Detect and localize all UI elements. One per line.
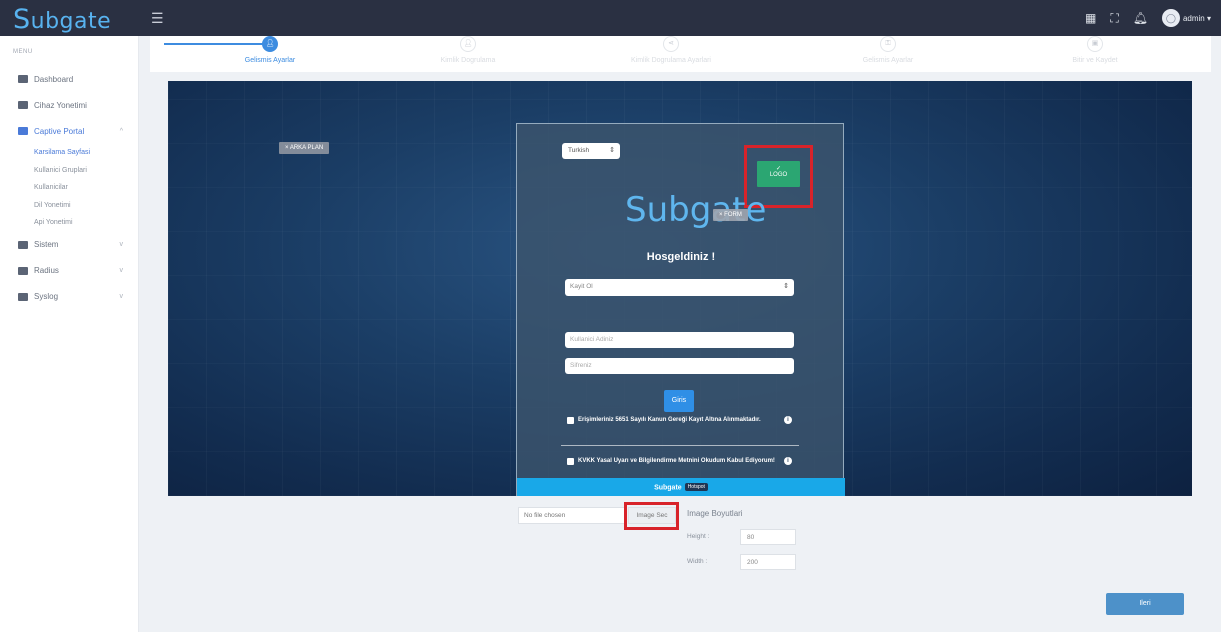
main-content: 👤︎ Gelismis Ayarlar 👤︎ Kimlik Dogrulama … [150,36,1221,632]
image-dimensions-title: Image Boyutlari [687,509,743,518]
sidebar-item-sistem[interactable]: Sistem v [0,232,139,258]
highlight-box-image-sec [624,502,679,530]
document-icon [18,292,28,301]
share-icon: ⋖ [663,36,679,52]
step-gelismis-ayarlar-2[interactable]: ⚿ Gelismis Ayarlar [788,36,988,64]
step-label: Kimlik Dogrulama [440,57,496,64]
portal-footer: Subgate Hotspot [517,478,845,496]
user-avatar-icon: ◯ [1161,9,1180,27]
login-form-preview[interactable]: Turkish ⇕ ✓ LOGO Subgate × FORM Hosgeldini… [516,123,845,496]
sidebar-subitem-dil-yonetimi[interactable]: Dil Yonetimi [0,197,139,215]
sidebar-subitem-kullanici-gruplari[interactable]: Kullanici Gruplari [0,162,139,180]
menu-title: MENU [13,49,33,55]
sidebar-item-label: Dashboard [34,74,74,84]
hamburger-icon[interactable]: ☰ [151,11,164,25]
sidebar-item-syslog[interactable]: Syslog v [0,284,139,310]
login-type-value: Kayit Ol [570,283,593,290]
top-bar: Subgate ☰ ▦ ⛶ 🔔︎ ◯ admin ▾ [0,0,1221,36]
step-label: Gelismis Ayarlar [244,57,296,64]
divider [561,445,799,446]
step-kimlik-dogrulama[interactable]: 👤︎ Kimlik Dogrulama [368,36,568,64]
sidebar-item-radius[interactable]: Radius v [0,258,139,284]
language-value: Turkish [568,147,590,154]
server-icon [18,101,28,109]
chevron-down-icon: v [119,267,124,274]
sidebar-subitem-kullanicilar[interactable]: Kullanicilar [0,179,139,197]
user-name: admin ▾ [1182,14,1211,24]
consent-text: KVKK Yasal Uyarı ve Bilgilendirme Metnin… [578,458,775,464]
chevron-down-icon: v [119,293,124,300]
sidebar-nav: Dashboard Cihaz Yonetimi Captive Portal ^… [0,66,139,310]
sidebar-item-dashboard[interactable]: Dashboard [0,66,139,92]
sidebar-item-cihaz-yonetimi[interactable]: Cihaz Yonetimi [0,92,139,118]
step-label: Gelismis Ayarlar [862,57,914,64]
user-icon: 👤︎ [262,36,278,52]
step-label: Bitir ve Kaydet [1072,57,1118,64]
user-menu[interactable]: ◯ admin ▾ [1161,9,1211,27]
consent-checkbox-5651[interactable]: Erişimleriniz 5651 Sayılı Kanun Gereği K… [567,416,797,425]
sidebar-item-label: Radius [34,266,59,275]
sidebar-subitem-karsilama-sayfasi[interactable]: Karsilama Sayfasi [0,144,139,162]
sidebar-item-label: Syslog [34,292,59,301]
monitor-icon [18,127,28,135]
welcome-title: Hosgeldiniz ! [646,251,716,263]
key-icon: ⚿ [880,36,896,52]
gear-icon [18,240,28,249]
language-select[interactable]: Turkish ⇕ [562,143,620,159]
user-icon: 👤︎ [460,36,476,52]
info-icon[interactable]: i [784,457,792,465]
height-label: Height : [687,533,710,540]
form-tag[interactable]: × FORM [713,209,748,221]
sidebar-item-label: Cihaz Yonetimi [34,100,87,110]
login-type-select[interactable]: Kayit Ol ⇕ [565,279,794,296]
chevron-up-icon: ^ [119,127,123,135]
hotspot-badge: Hotspot [684,483,708,491]
step-label: Kimlik Dogrulama Ayarlari [630,57,711,64]
height-input[interactable]: 80 [740,529,796,545]
sidebar-item-label: Sistem [34,240,59,249]
brand-logo[interactable]: Subgate [13,4,111,35]
sidebar-item-label: Captive Portal [34,126,85,136]
fullscreen-icon[interactable]: ⛶ [1110,11,1118,26]
users-icon [18,266,28,275]
sidebar-item-captive-portal[interactable]: Captive Portal ^ [0,118,139,144]
portal-preview[interactable]: × ARKA PLAN Turkish ⇕ ✓ LOGO Subgate × FOR… [168,81,1192,496]
save-icon: ▣ [1087,36,1103,52]
width-label: Width : [687,558,708,565]
wizard-steps: 👤︎ Gelismis Ayarlar 👤︎ Kimlik Dogrulama … [150,36,1211,72]
login-button[interactable]: Giris [664,390,694,412]
width-input[interactable]: 200 [740,554,796,570]
password-input[interactable]: Sifreniz [565,358,794,374]
consent-text: Erişimleriniz 5651 Sayılı Kanun Gereği K… [578,417,761,423]
step-gelismis-ayarlar[interactable]: 👤︎ Gelismis Ayarlar [170,36,370,64]
info-icon[interactable]: i [784,416,792,424]
step-kimlik-dogrulama-ayarlari[interactable]: ⋖ Kimlik Dogrulama Ayarlari [571,36,771,64]
topbar-icons: ▦ ⛶ 🔔︎ ◯ admin ▾ [1085,9,1211,27]
footer-brand: Subgate [654,484,682,492]
chevron-down-icon: v [119,241,124,248]
username-input[interactable]: Kullanici Adiniz [565,332,794,348]
select-arrows-icon: ⇕ [783,283,789,290]
consent-checkbox-kvkk[interactable]: KVKK Yasal Uyarı ve Bilgilendirme Metnin… [567,457,797,466]
dashboard-icon [18,75,28,83]
step-bitir-ve-kaydet[interactable]: ▣ Bitir ve Kaydet [995,36,1195,64]
bell-icon[interactable]: 🔔︎ [1133,11,1148,25]
next-button[interactable]: Ileri [1106,593,1184,615]
file-input[interactable]: No file chosen [518,507,626,524]
select-arrows-icon: ⇕ [609,147,615,154]
sidebar: MENU Dashboard Cihaz Yonetimi Captive Po… [0,36,139,632]
sidebar-subitem-api-yonetimi[interactable]: Api Yonetimi [0,214,139,232]
apps-grid-icon[interactable]: ▦ [1085,11,1096,25]
background-tag[interactable]: × ARKA PLAN [279,142,330,154]
